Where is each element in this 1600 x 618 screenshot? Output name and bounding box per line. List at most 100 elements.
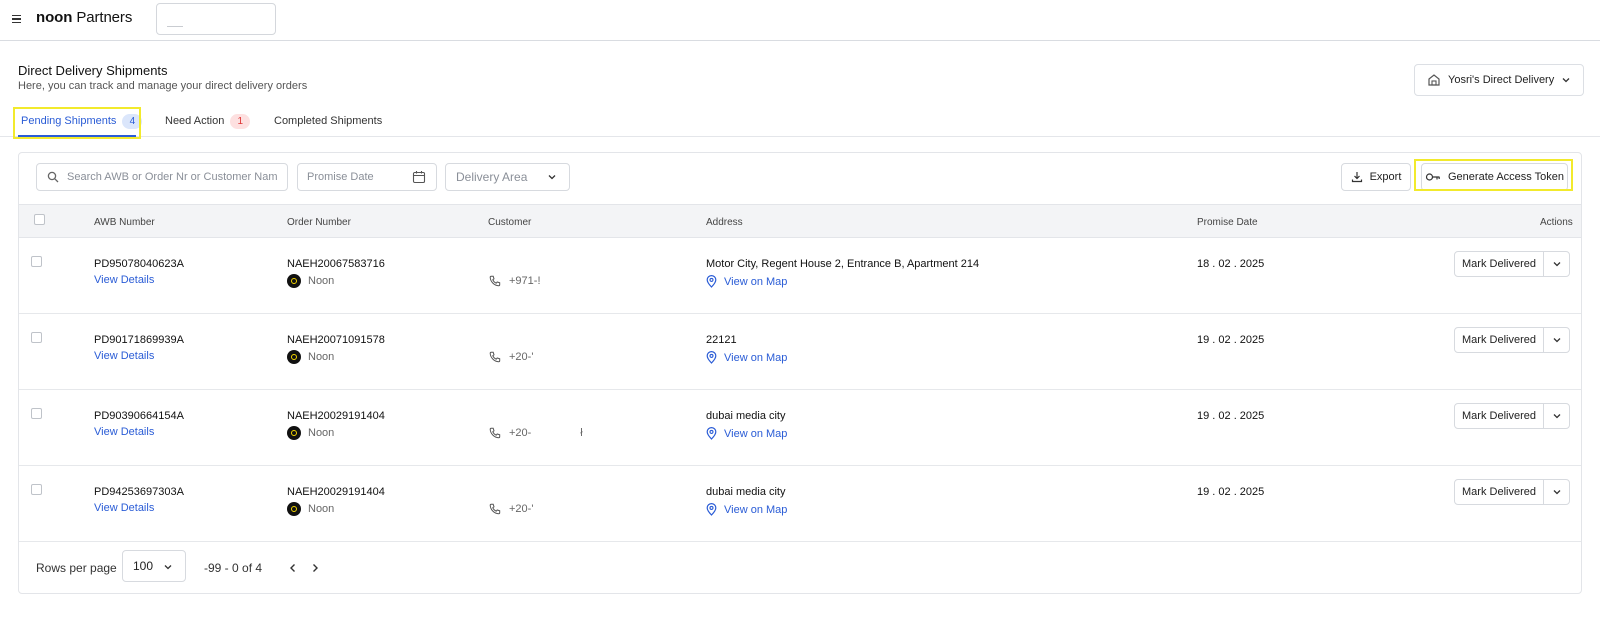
noon-logo-icon — [287, 426, 301, 440]
page-subtitle: Here, you can track and manage your dire… — [18, 80, 308, 92]
rows-per-page-select[interactable]: 100 — [122, 550, 186, 582]
count-badge: 4 — [122, 113, 143, 129]
view-on-map-link[interactable]: View on Map — [706, 427, 787, 440]
phone-icon — [489, 275, 501, 287]
table-header: AWB Number Order Number Customer Address… — [19, 204, 1581, 238]
view-on-map-link[interactable]: View on Map — [706, 503, 787, 516]
map-link-label: View on Map — [724, 503, 788, 516]
row-checkbox[interactable] — [31, 408, 42, 419]
promise-date: 18 . 02 . 2025 — [1197, 258, 1265, 270]
more-actions-dropdown[interactable] — [1544, 328, 1569, 352]
count-badge: 1 — [230, 113, 251, 129]
seller-name: Noon — [308, 275, 335, 287]
date-placeholder: Promise Date — [307, 171, 374, 183]
next-page-icon[interactable] — [309, 561, 321, 575]
more-actions-dropdown[interactable] — [1544, 252, 1569, 276]
mark-delivered-split-button: Mark Delivered — [1454, 403, 1570, 429]
order-number: NAEH20071091578 — [287, 334, 385, 346]
shipments-card: Promise Date Delivery Area Export Genera… — [18, 152, 1582, 594]
map-link-label: View on Map — [724, 275, 788, 288]
mark-delivered-split-button: Mark Delivered — [1454, 251, 1570, 277]
phone-number: +971-! — [509, 275, 541, 287]
page-title: Direct Delivery Shipments — [18, 63, 168, 78]
store-selector[interactable]: Yosri's Direct Delivery — [1414, 64, 1584, 96]
mark-delivered-button[interactable]: Mark Delivered — [1455, 404, 1544, 428]
phone-icon — [489, 351, 501, 363]
phone-number: +20-' — [509, 351, 534, 363]
row-checkbox[interactable] — [31, 332, 42, 343]
column-header: AWB Number — [94, 217, 155, 228]
seller: Noon — [287, 502, 334, 516]
mark-delivered-button[interactable]: Mark Delivered — [1455, 252, 1544, 276]
generate-access-token-button[interactable]: Generate Access Token — [1421, 163, 1568, 191]
map-link-label: View on Map — [724, 427, 788, 440]
brand-name-rest: Partners — [72, 9, 133, 26]
mark-delivered-button[interactable]: Mark Delivered — [1455, 480, 1544, 504]
address: dubai media city — [706, 410, 786, 422]
prev-page-icon[interactable] — [287, 561, 299, 575]
search-box — [36, 163, 288, 191]
top-search-input[interactable] — [156, 3, 276, 35]
awb-number: PD94253697303A — [94, 486, 184, 498]
menu-icon[interactable] — [12, 12, 22, 26]
view-details-link[interactable]: View Details — [94, 502, 154, 514]
phone-icon — [489, 503, 501, 515]
tab-pending-shipments[interactable]: Pending Shipments 4 — [21, 105, 143, 137]
awb-number: PD95078040623A — [94, 258, 184, 270]
download-icon — [1351, 172, 1362, 183]
column-header: Order Number — [287, 217, 351, 228]
mark-delivered-split-button: Mark Delivered — [1454, 327, 1570, 353]
row-checkbox[interactable] — [31, 256, 42, 267]
view-details-link[interactable]: View Details — [94, 426, 154, 438]
promise-date: 19 . 02 . 2025 — [1197, 410, 1265, 422]
order-number: NAEH20029191404 — [287, 486, 385, 498]
row-checkbox[interactable] — [31, 484, 42, 495]
active-tab-indicator — [18, 135, 136, 137]
view-details-link[interactable]: View Details — [94, 350, 154, 362]
view-on-map-link[interactable]: View on Map — [706, 351, 787, 364]
map-pin-icon — [706, 503, 717, 516]
map-pin-icon — [706, 275, 717, 288]
chevron-down-icon — [1553, 490, 1560, 495]
tab-completed-shipments[interactable]: Completed Shipments — [274, 105, 382, 137]
rows-per-page-value: 100 — [133, 559, 154, 573]
view-on-map-link[interactable]: View on Map — [706, 275, 787, 288]
view-details-link[interactable]: View Details — [94, 274, 154, 286]
mark-delivered-button[interactable]: Mark Delivered — [1455, 328, 1544, 352]
select-all-checkbox[interactable] — [34, 214, 45, 225]
column-header: Customer — [488, 217, 532, 228]
seller-name: Noon — [308, 351, 335, 363]
phone-number: +20-' — [509, 503, 534, 515]
tab-need-action[interactable]: Need Action 1 — [165, 105, 251, 137]
tab-label: Pending Shipments — [21, 115, 117, 127]
shipment-tabs: Pending Shipments 4 Need Action 1 Comple… — [0, 105, 1600, 137]
chevron-down-icon — [548, 175, 556, 180]
store-icon — [1428, 74, 1440, 86]
search-input[interactable] — [67, 171, 277, 183]
area-placeholder: Delivery Area — [456, 170, 528, 184]
export-label: Export — [1369, 171, 1402, 183]
promise-date: 19 . 02 . 2025 — [1197, 334, 1265, 346]
noon-logo-icon — [287, 274, 301, 288]
map-pin-icon — [706, 427, 717, 440]
column-header: Promise Date — [1197, 217, 1258, 228]
seller-name: Noon — [308, 427, 335, 439]
brand-logo[interactable]: noon Partners — [36, 9, 132, 26]
page-range: -99 - 0 of 4 — [204, 561, 263, 575]
table-row: PD90390664154A View Details NAEH20029191… — [19, 390, 1581, 466]
more-actions-dropdown[interactable] — [1544, 404, 1569, 428]
seller: Noon — [287, 274, 334, 288]
delivery-area-select[interactable]: Delivery Area — [445, 163, 570, 191]
more-actions-dropdown[interactable] — [1544, 480, 1569, 504]
phone-number: +20- ł — [509, 427, 583, 439]
token-label: Generate Access Token — [1448, 171, 1564, 183]
promise-date-picker[interactable]: Promise Date — [297, 163, 437, 191]
chevron-down-icon — [1553, 414, 1560, 419]
awb-number: PD90390664154A — [94, 410, 184, 422]
export-button[interactable]: Export — [1341, 163, 1411, 191]
noon-logo-icon — [287, 350, 301, 364]
address: dubai media city — [706, 486, 786, 498]
store-name: Yosri's Direct Delivery — [1448, 74, 1555, 86]
tab-label: Completed Shipments — [274, 115, 383, 127]
mark-delivered-split-button: Mark Delivered — [1454, 479, 1570, 505]
